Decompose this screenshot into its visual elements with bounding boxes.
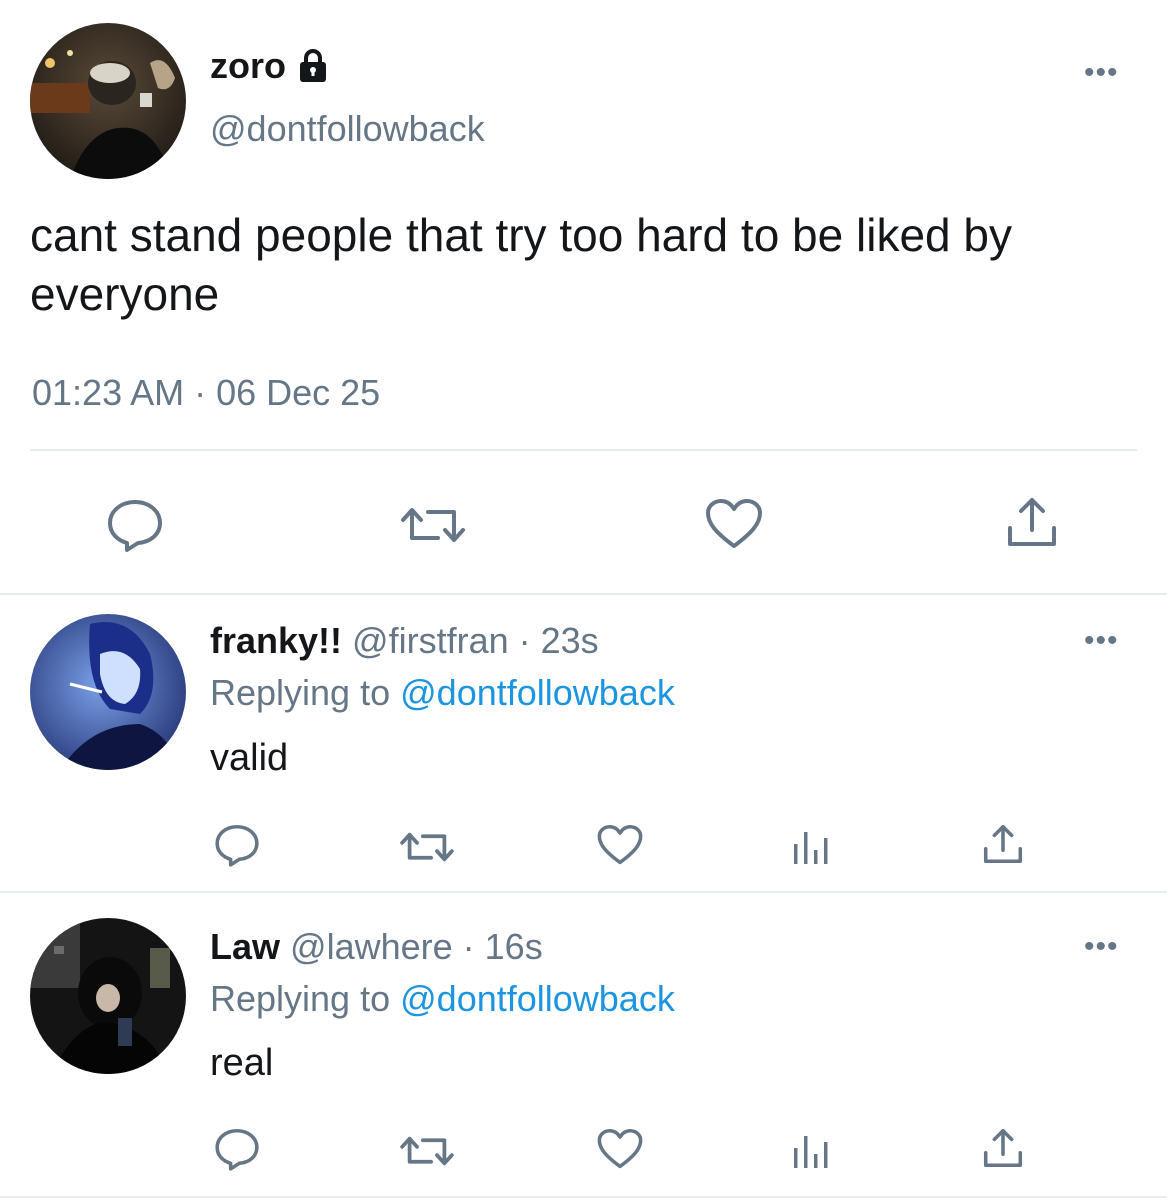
heart-icon[interactable] [705, 498, 763, 550]
analytics-icon[interactable] [792, 826, 832, 866]
retweet-icon[interactable] [398, 826, 456, 868]
avatar[interactable] [30, 614, 186, 770]
lock-icon [295, 48, 331, 84]
reply-time: · 23s [518, 620, 599, 661]
display-name-row: zoro [210, 44, 331, 88]
reply-text: real [210, 1042, 274, 1084]
more-options-icon[interactable]: ••• [1084, 58, 1119, 88]
replying-to-line: Replying to @dontfollowback [210, 978, 675, 1020]
retweet-icon[interactable] [398, 500, 468, 550]
replying-label: Replying to [210, 672, 391, 713]
retweet-icon[interactable] [398, 1130, 456, 1172]
divider [0, 1196, 1167, 1198]
heart-icon[interactable] [597, 1128, 643, 1170]
reply-icon[interactable] [214, 822, 260, 868]
display-name[interactable]: Law [210, 926, 280, 967]
replying-to-link[interactable]: @dontfollowback [400, 672, 675, 713]
divider [0, 891, 1167, 893]
display-name[interactable]: zoro [210, 45, 286, 87]
reply-header: Law @lawhere · 16s [210, 926, 543, 968]
reply-icon[interactable] [214, 1126, 260, 1172]
replying-to-link[interactable]: @dontfollowback [400, 978, 675, 1019]
handle[interactable]: @dontfollowback [210, 108, 485, 150]
handle[interactable]: @lawhere [290, 926, 453, 967]
replying-label: Replying to [210, 978, 391, 1019]
more-options-icon[interactable]: ••• [1084, 626, 1119, 656]
tweet-timestamp: 01:23 AM · 06 Dec 25 [32, 372, 381, 413]
reply-text: valid [210, 737, 289, 779]
reply-header: franky!! @firstfran · 23s [210, 620, 599, 662]
replying-to-line: Replying to @dontfollowback [210, 672, 675, 714]
share-icon[interactable] [981, 1126, 1025, 1170]
handle[interactable]: @firstfran [352, 620, 509, 661]
analytics-icon[interactable] [792, 1130, 832, 1170]
reply-time: · 16s [462, 926, 543, 967]
divider [30, 449, 1137, 451]
tweet-text: cant stand people that try too hard to b… [30, 209, 1012, 320]
share-icon[interactable] [981, 822, 1025, 866]
share-icon[interactable] [1004, 494, 1060, 550]
avatar[interactable] [30, 918, 186, 1074]
avatar[interactable] [30, 23, 186, 179]
display-name[interactable]: franky!! [210, 620, 342, 661]
divider [0, 593, 1167, 595]
heart-icon[interactable] [597, 824, 643, 866]
reply-icon[interactable] [106, 496, 164, 554]
more-options-icon[interactable]: ••• [1084, 932, 1119, 962]
